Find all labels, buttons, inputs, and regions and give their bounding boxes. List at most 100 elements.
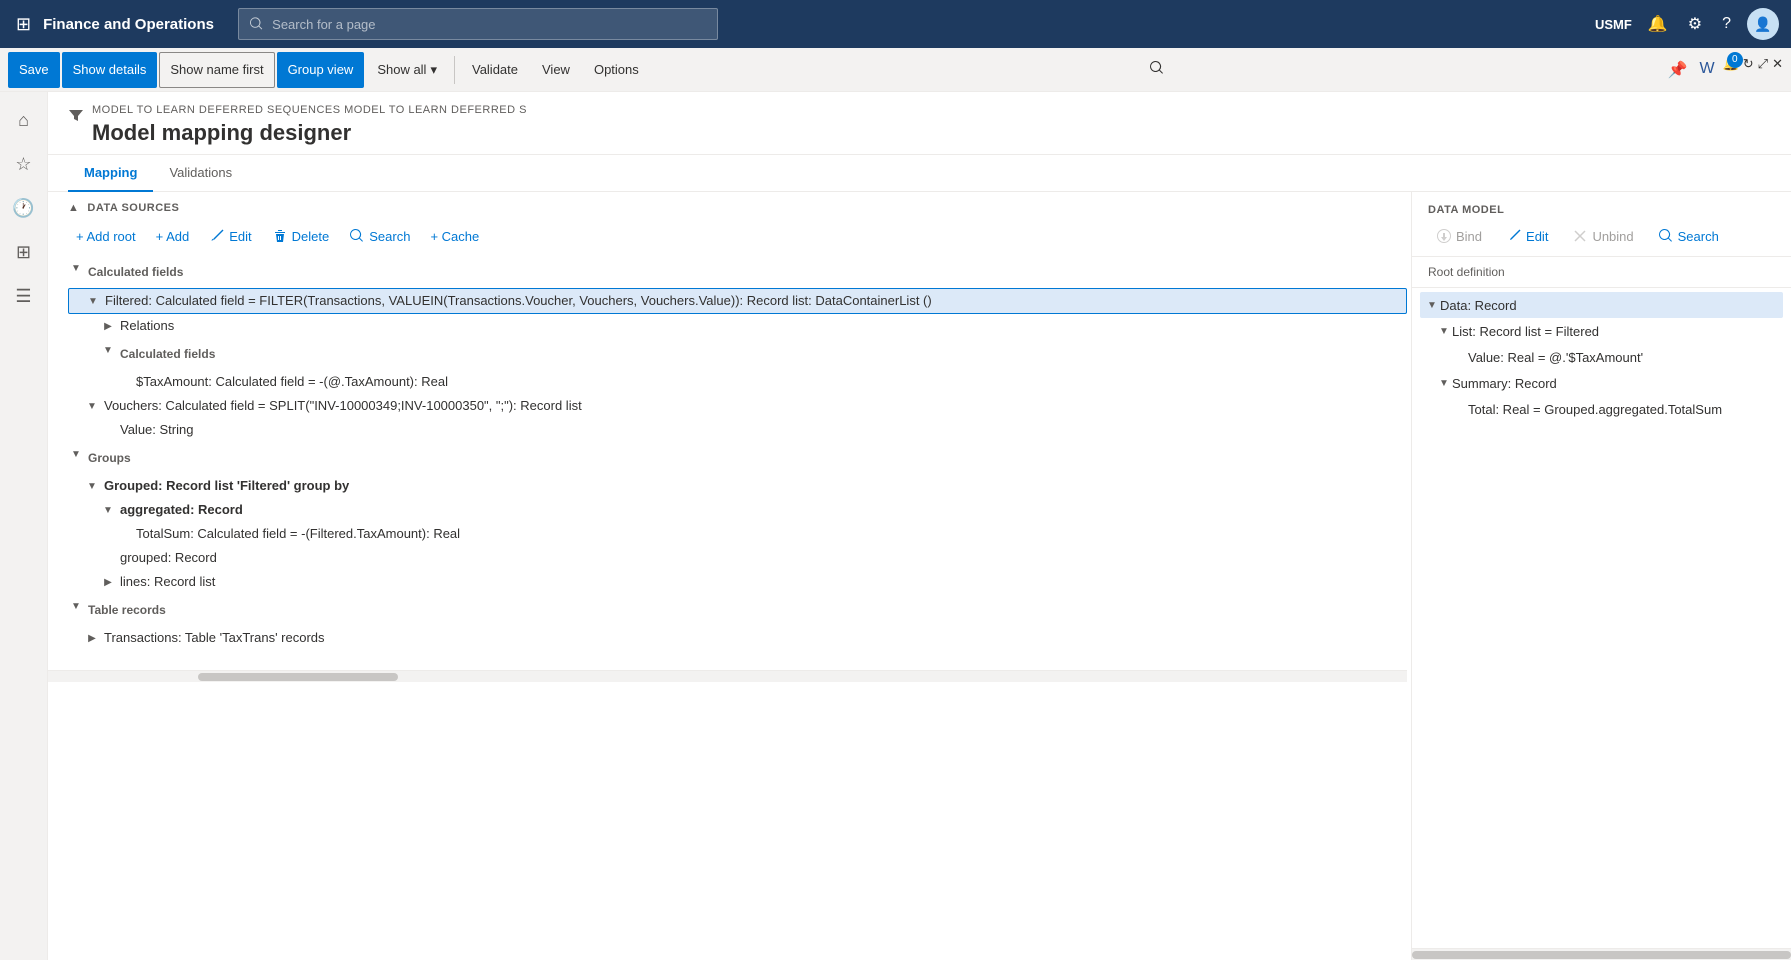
edit-dm-button[interactable]: Edit bbox=[1498, 224, 1556, 248]
notifications-bell-icon[interactable]: 🔔 0 bbox=[1723, 56, 1739, 84]
tree-node-lines[interactable]: ▶ lines: Record list bbox=[68, 570, 1407, 594]
expand-icon-groups[interactable]: ▼ bbox=[68, 444, 84, 464]
bind-icon bbox=[1436, 228, 1452, 244]
pin-icon[interactable]: 📌 bbox=[1664, 56, 1692, 84]
dm-node-list[interactable]: ▼ List: Record list = Filtered bbox=[1420, 318, 1783, 344]
tree-node-value-string[interactable]: Value: String bbox=[68, 418, 1407, 442]
expand-icon[interactable]: ⤢ bbox=[1758, 56, 1768, 84]
tree-node-calculated-fields[interactable]: ▼ Calculated fields bbox=[68, 256, 1407, 288]
breadcrumb: MODEL TO LEARN DEFERRED SEQUENCES MODEL … bbox=[92, 104, 527, 116]
delete-button[interactable]: Delete bbox=[264, 224, 338, 248]
tree-node-relations[interactable]: ▶ Relations bbox=[68, 314, 1407, 338]
tree-node-totalsum[interactable]: TotalSum: Calculated field = -(Filtered.… bbox=[68, 522, 1407, 546]
user-avatar[interactable]: 👤 bbox=[1747, 8, 1779, 40]
tree-node-groups[interactable]: ▼ Groups bbox=[68, 442, 1407, 474]
delete-icon bbox=[272, 228, 288, 244]
sidebar-recent-icon[interactable]: 🕐 bbox=[4, 188, 44, 228]
expand-icon-transactions[interactable]: ▶ bbox=[84, 628, 100, 648]
tree-node-grouped-record[interactable]: grouped: Record bbox=[68, 546, 1407, 570]
tree-node-grouped[interactable]: ▼ Grouped: Record list 'Filtered' group … bbox=[68, 474, 1407, 498]
expand-icon-cf-sub[interactable]: ▼ bbox=[100, 340, 116, 360]
tree-node-table-records[interactable]: ▼ Table records bbox=[68, 594, 1407, 626]
horizontal-scrollbar[interactable] bbox=[48, 670, 1407, 682]
save-button[interactable]: Save bbox=[8, 52, 60, 88]
validate-button[interactable]: Validate bbox=[461, 52, 529, 88]
expand-icon-dm-value bbox=[1452, 347, 1468, 367]
expand-icon-filtered[interactable]: ▼ bbox=[85, 291, 101, 311]
global-search-input[interactable] bbox=[272, 17, 707, 32]
tab-bar: Mapping Validations bbox=[48, 155, 1791, 192]
notification-badge: 0 bbox=[1727, 52, 1743, 68]
search-dm-button[interactable]: Search bbox=[1650, 224, 1727, 248]
dm-horizontal-scrollbar[interactable] bbox=[1412, 948, 1791, 960]
expand-icon-table-records[interactable]: ▼ bbox=[68, 596, 84, 616]
tree-node-vouchers[interactable]: ▼ Vouchers: Calculated field = SPLIT("IN… bbox=[68, 394, 1407, 418]
search-button[interactable]: Search bbox=[341, 224, 418, 248]
expand-icon-relations[interactable]: ▶ bbox=[100, 316, 116, 336]
data-sources-title: DATA SOURCES bbox=[87, 202, 179, 214]
show-details-button[interactable]: Show details bbox=[62, 52, 158, 88]
tab-validations[interactable]: Validations bbox=[153, 155, 248, 192]
unbind-icon bbox=[1572, 228, 1588, 244]
global-search-bar[interactable] bbox=[238, 8, 718, 40]
tab-mapping[interactable]: Mapping bbox=[68, 155, 153, 192]
expand-icon-aggregated[interactable]: ▼ bbox=[100, 500, 116, 520]
app-title: Finance and Operations bbox=[43, 16, 214, 33]
content-area: MODEL TO LEARN DEFERRED SEQUENCES MODEL … bbox=[48, 92, 1791, 960]
dm-node-data[interactable]: ▼ Data: Record bbox=[1420, 292, 1783, 318]
expand-icon-grouped-record bbox=[100, 548, 116, 568]
expand-icon-grouped[interactable]: ▼ bbox=[84, 476, 100, 496]
company-selector[interactable]: USMF bbox=[1595, 17, 1632, 32]
view-button[interactable]: View bbox=[531, 52, 581, 88]
options-button[interactable]: Options bbox=[583, 52, 650, 88]
bind-button[interactable]: Bind bbox=[1428, 224, 1490, 248]
tree-node-aggregated[interactable]: ▼ aggregated: Record bbox=[68, 498, 1407, 522]
show-name-first-button[interactable]: Show name first bbox=[159, 52, 274, 88]
toolbar-separator-1 bbox=[454, 56, 455, 84]
sidebar-home-icon[interactable]: ⌂ bbox=[4, 100, 44, 140]
search-dm-icon bbox=[1658, 228, 1674, 244]
data-sources-toolbar: + Add root + Add Edit Delete Search + C bbox=[48, 220, 1407, 256]
sidebar-favorites-icon[interactable]: ☆ bbox=[4, 144, 44, 184]
close-icon[interactable]: ✕ bbox=[1772, 56, 1783, 84]
settings-icon[interactable]: ⚙ bbox=[1684, 10, 1706, 38]
data-sources-expand-icon[interactable]: ▲ bbox=[68, 202, 79, 214]
help-icon[interactable]: ? bbox=[1718, 11, 1735, 37]
dm-node-value-real[interactable]: Value: Real = @.'$TaxAmount' bbox=[1420, 344, 1783, 370]
show-all-button[interactable]: Show all ▾ bbox=[366, 52, 448, 88]
page-title: Model mapping designer bbox=[92, 120, 527, 146]
sidebar-list-icon[interactable]: ☰ bbox=[4, 276, 44, 316]
expand-icon-cf[interactable]: ▼ bbox=[68, 258, 84, 278]
tree-node-transactions[interactable]: ▶ Transactions: Table 'TaxTrans' records bbox=[68, 626, 1407, 650]
dm-scrollbar-thumb[interactable] bbox=[1412, 951, 1791, 959]
top-navigation: ⊞ Finance and Operations USMF 🔔 ⚙ ? 👤 bbox=[0, 0, 1791, 48]
data-model-panel: DATA MODEL Bind Edit Unbind bbox=[1411, 192, 1791, 960]
expand-icon-value-string bbox=[100, 420, 116, 440]
waffle-menu-icon[interactable]: ⊞ bbox=[12, 10, 35, 39]
dm-node-summary[interactable]: ▼ Summary: Record bbox=[1420, 370, 1783, 396]
expand-icon-dm-summary[interactable]: ▼ bbox=[1436, 373, 1452, 393]
expand-icon-vouchers[interactable]: ▼ bbox=[84, 396, 100, 416]
expand-icon-lines[interactable]: ▶ bbox=[100, 572, 116, 592]
notifications-icon[interactable]: 🔔 bbox=[1644, 10, 1672, 38]
expand-icon-totalsum bbox=[116, 524, 132, 544]
unbind-button[interactable]: Unbind bbox=[1564, 224, 1641, 248]
tree-node-taxamount[interactable]: $TaxAmount: Calculated field = -(@.TaxAm… bbox=[68, 370, 1407, 394]
edit-button[interactable]: Edit bbox=[201, 224, 259, 248]
refresh-icon[interactable]: ↻ bbox=[1743, 56, 1754, 84]
scrollbar-thumb[interactable] bbox=[198, 673, 398, 681]
data-sources-section-header: ▲ DATA SOURCES bbox=[48, 192, 1407, 220]
cache-button[interactable]: + Cache bbox=[422, 225, 487, 248]
add-root-button[interactable]: + Add root bbox=[68, 225, 144, 248]
dm-node-total[interactable]: Total: Real = Grouped.aggregated.TotalSu… bbox=[1420, 396, 1783, 422]
expand-icon-dm-data[interactable]: ▼ bbox=[1424, 295, 1440, 315]
word-icon[interactable]: W bbox=[1695, 56, 1718, 84]
tree-node-filtered[interactable]: ▼ Filtered: Calculated field = FILTER(Tr… bbox=[68, 288, 1407, 314]
group-view-button[interactable]: Group view bbox=[277, 52, 365, 88]
sidebar-workspace-icon[interactable]: ⊞ bbox=[4, 232, 44, 272]
main-toolbar: Save Show details Show name first Group … bbox=[0, 48, 1791, 92]
toolbar-search-icon[interactable] bbox=[1139, 54, 1175, 85]
add-button[interactable]: + Add bbox=[148, 225, 198, 248]
expand-icon-dm-list[interactable]: ▼ bbox=[1436, 321, 1452, 341]
tree-node-cf-sub[interactable]: ▼ Calculated fields bbox=[68, 338, 1407, 370]
